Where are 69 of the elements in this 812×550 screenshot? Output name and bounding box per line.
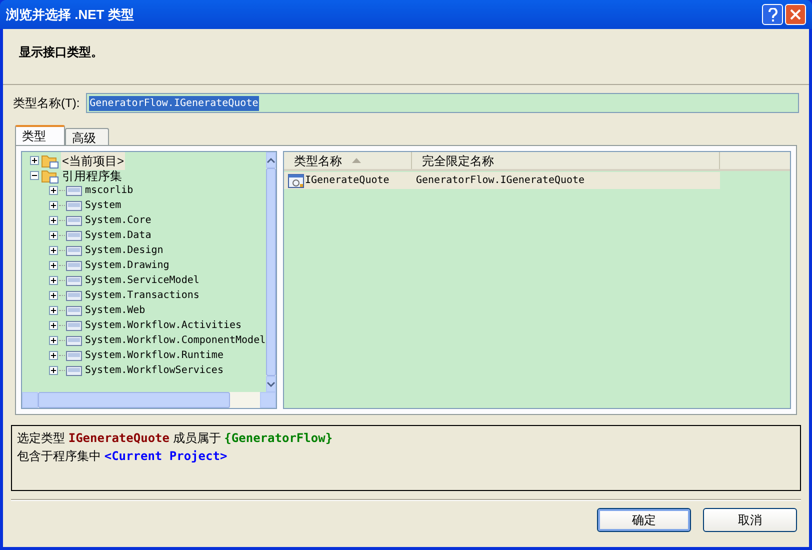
table-cell-text: IGenerateQuote (305, 174, 390, 188)
assembly-icon (66, 260, 82, 270)
scroll-up-button[interactable] (266, 152, 276, 168)
tree-item[interactable]: System.Core (85, 213, 152, 228)
expand-icon[interactable] (49, 231, 58, 240)
scroll-thumb[interactable] (38, 392, 230, 408)
assembly-icon (66, 186, 82, 196)
type-name-field[interactable]: GeneratorFlow.IGenerateQuote (86, 93, 799, 113)
expand-icon[interactable] (49, 366, 58, 375)
collapse-icon[interactable] (30, 171, 39, 180)
column-header[interactable]: 类型名称 (284, 152, 412, 169)
assembly-icon (66, 306, 82, 316)
tree-item[interactable]: mscorlib (85, 183, 134, 198)
assembly-icon (66, 320, 82, 330)
table-cell-text: GeneratorFlow.IGenerateQuote (415, 174, 585, 188)
assembly-icon (66, 200, 82, 210)
tree-item[interactable]: System.Workflow.Activities (85, 318, 242, 333)
assembly-icon (66, 350, 82, 360)
tree-item[interactable]: System.WorkflowServices (85, 363, 224, 378)
expand-icon[interactable] (49, 261, 58, 270)
type-name-label: 类型名称(T): (13, 95, 80, 112)
expand-icon[interactable] (49, 336, 58, 345)
tree-item[interactable]: 引用程序集 (61, 166, 123, 184)
tab[interactable]: 类型 (15, 125, 65, 145)
interface-icon (288, 174, 304, 188)
help-icon (768, 8, 778, 22)
column-header[interactable]: 完全限定名称 (412, 152, 720, 169)
expand-icon[interactable] (49, 246, 58, 255)
horizontal-scrollbar[interactable] (22, 392, 276, 408)
expand-icon[interactable] (30, 156, 39, 165)
assembly-icon (66, 290, 82, 300)
assembly-icon (66, 366, 82, 376)
help-button[interactable] (762, 4, 783, 25)
assembly-icon (66, 276, 82, 286)
list-row[interactable]: IGenerateQuote GeneratorFlow.IGenerateQuote (284, 172, 720, 189)
tree-item[interactable]: System.Workflow.ComponentModel (85, 333, 266, 348)
assembly-icon (66, 230, 82, 240)
folder-icon (41, 152, 59, 168)
expand-icon[interactable] (49, 351, 58, 360)
expand-icon[interactable] (49, 276, 58, 285)
assembly-icon (66, 336, 82, 346)
description-text: 包含于程序集中 <Current Project> (17, 448, 228, 464)
tree-item[interactable]: System (85, 198, 122, 213)
tree-item[interactable]: System.ServiceModel (85, 273, 200, 288)
scroll-down-button[interactable] (266, 376, 276, 392)
dialog-button[interactable]: 确定 (597, 508, 691, 532)
expand-icon[interactable] (49, 306, 58, 315)
header-text: 显示接口类型。 (19, 45, 103, 59)
tree-item[interactable]: System.Drawing (85, 258, 170, 273)
assembly-icon (66, 216, 82, 226)
expand-icon[interactable] (49, 186, 58, 195)
assembly-icon (66, 246, 82, 256)
expand-icon[interactable] (49, 321, 58, 330)
tree-item[interactable]: System.Workflow.Runtime (85, 348, 224, 363)
tab[interactable]: 高级 (65, 128, 109, 145)
close-icon (790, 9, 801, 20)
folder-icon (41, 168, 59, 184)
description-text: 选定类型 IGenerateQuote 成员属于 {GeneratorFlow} (17, 430, 334, 446)
expand-icon[interactable] (49, 216, 58, 225)
dialog-button[interactable]: 取消 (703, 508, 797, 532)
tree-item[interactable]: System.Transactions (85, 288, 200, 303)
close-button[interactable] (785, 4, 806, 25)
expand-icon[interactable] (49, 201, 58, 210)
expand-icon[interactable] (49, 291, 58, 300)
tree-item[interactable]: System.Web (85, 303, 146, 318)
tree-item[interactable]: System.Design (85, 243, 164, 258)
tree-item[interactable]: <当前项目> (61, 152, 126, 170)
window-title: 浏览并选择 .NET 类型 (6, 6, 135, 24)
tree-item[interactable]: System.Data (85, 228, 152, 243)
